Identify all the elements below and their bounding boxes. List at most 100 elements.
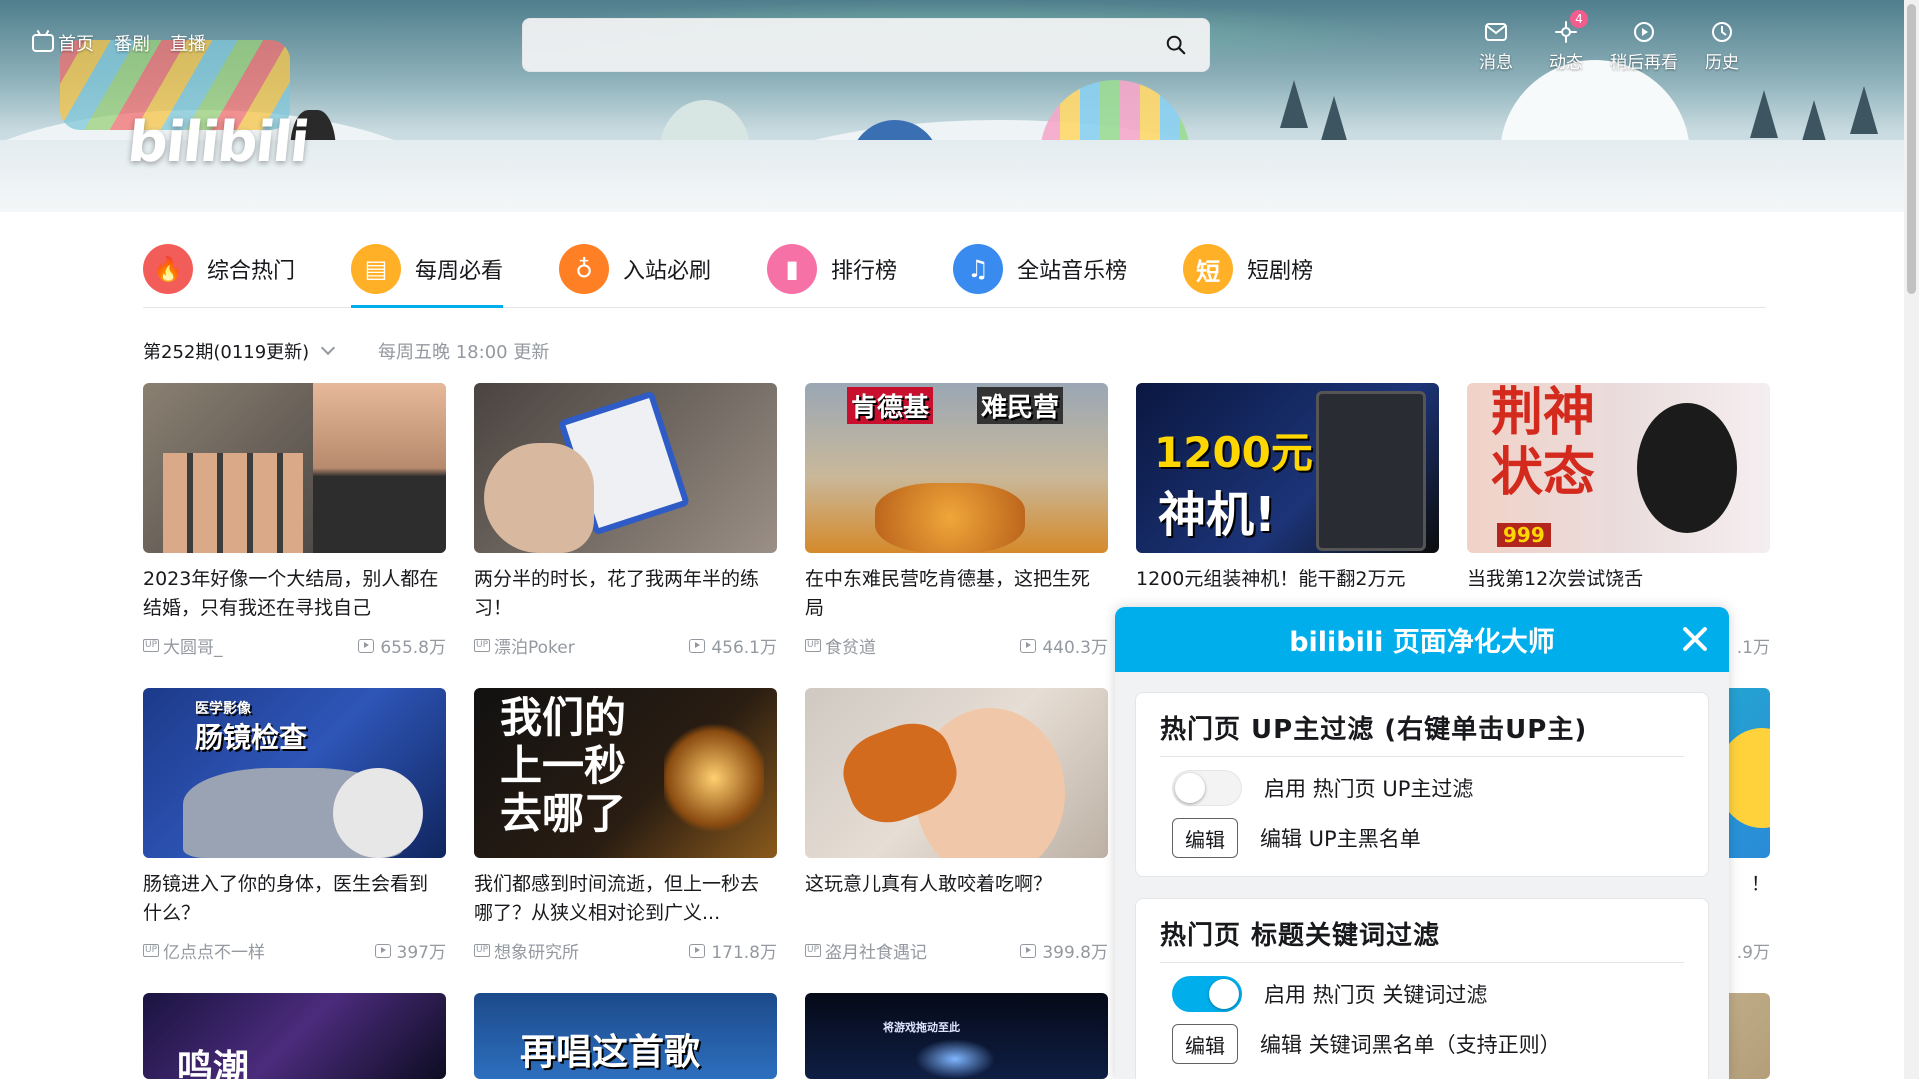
uploader[interactable]: UP 漂泊Poker	[474, 633, 575, 658]
up-filter-group: 热门页 UP主过滤 (右键单击UP主) 启用 热门页 UP主过滤 编辑 编辑 U…	[1135, 692, 1709, 877]
scrollbar-thumb[interactable]	[1907, 4, 1916, 294]
thumbnail-caption: 神机!	[1158, 487, 1276, 543]
play-count-icon	[1020, 638, 1037, 653]
nav-history[interactable]: 历史	[1696, 18, 1748, 73]
view-count: 397万	[374, 938, 446, 963]
video-thumbnail[interactable]: 再唱这首歌	[474, 993, 777, 1079]
video-card[interactable]: 2023年好像一个大结局，别人都在结婚，只有我还在寻找自己 UP 大圆哥_ 655…	[143, 383, 446, 658]
search-box	[522, 18, 1210, 72]
mail-icon	[1485, 23, 1507, 41]
video-thumbnail[interactable]	[805, 688, 1108, 858]
close-icon[interactable]	[1679, 623, 1711, 655]
video-title[interactable]: 肠镜进入了你的身体，医生会看到什么？	[143, 870, 446, 928]
uploader-name: 漂泊Poker	[494, 638, 575, 658]
up-blacklist-row: 编辑 编辑 UP主黑名单	[1172, 813, 1708, 863]
short-drama-icon: 短	[1183, 244, 1234, 294]
category-tabs: 🔥 综合热门 ▤ 每周必看 ♁ 入站必刷 ▮ 排行榜 ♫ 全站音乐榜 短 短剧榜	[143, 232, 1766, 308]
tab-short-drama[interactable]: 短 短剧榜	[1183, 232, 1313, 306]
watch-later-icon	[1634, 22, 1654, 42]
video-card[interactable]: 再唱这首歌	[474, 993, 777, 1079]
nav-watch-later[interactable]: 稍后再看	[1610, 18, 1678, 73]
keyword-filter-switch[interactable]	[1172, 976, 1242, 1012]
video-thumbnail[interactable]: 荆神 状态 999	[1467, 383, 1770, 553]
keyword-filter-toggle-row: 启用 热门页 关键词过滤	[1172, 969, 1708, 1019]
page-scrollbar[interactable]	[1904, 0, 1919, 1079]
uploader[interactable]: UP 食贫道	[805, 633, 876, 658]
up-filter-switch[interactable]	[1172, 770, 1242, 806]
pine-tree	[1750, 90, 1778, 138]
play-count-icon	[374, 943, 391, 958]
issue-selector[interactable]: 第252期(0119更新)	[143, 338, 336, 364]
uploader[interactable]: UP 大圆哥_	[143, 633, 223, 658]
tab-hot[interactable]: 🔥 综合热门	[143, 232, 295, 306]
tab-label: 每周必看	[415, 259, 504, 284]
nav-home[interactable]: 首页	[32, 30, 94, 56]
video-card[interactable]: 将游戏拖动至此	[805, 993, 1108, 1079]
video-thumbnail[interactable]	[143, 383, 446, 553]
video-card[interactable]: 1200元 神机! 1200元组装神机！能干翻2万元	[1136, 383, 1439, 623]
search-icon[interactable]	[1165, 34, 1187, 56]
tab-label: 短剧榜	[1247, 259, 1314, 284]
thumbnail-caption: 难民营	[977, 387, 1064, 424]
video-card[interactable]: 这玩意儿真有人敢咬着吃啊？ UP 盗月社食遇记 399.8万	[805, 688, 1108, 963]
video-thumbnail[interactable]: 我们的 上一秒 去哪了	[474, 688, 777, 858]
nav-messages[interactable]: 消息	[1470, 18, 1522, 73]
top-nav-left: 首页 番剧 直播	[32, 30, 206, 56]
nav-dynamic[interactable]: 4 动态	[1540, 10, 1592, 73]
flame-icon: 🔥	[143, 244, 193, 294]
bilibili-logo[interactable]: bilibili	[125, 110, 311, 175]
video-card[interactable]: 医学影像 肠镜检查 肠镜进入了你的身体，医生会看到什么？ UP 亿点点不一样 39…	[143, 688, 446, 963]
view-count-value: 655.8万	[380, 638, 446, 658]
nav-live[interactable]: 直播	[170, 30, 206, 56]
video-thumbnail[interactable]: 将游戏拖动至此	[805, 993, 1108, 1079]
video-thumbnail[interactable]: 鸣潮	[143, 993, 446, 1079]
view-count: .9万	[1737, 938, 1770, 963]
video-card[interactable]: 我们的 上一秒 去哪了 我们都感到时间流逝，但上一秒去哪了？从狭义相对论到广义.…	[474, 688, 777, 963]
view-count-value: .1万	[1736, 638, 1770, 658]
tab-music[interactable]: ♫ 全站音乐榜	[953, 232, 1127, 306]
video-title[interactable]: 这玩意儿真有人敢咬着吃啊？	[805, 870, 1108, 928]
play-count-icon	[358, 638, 375, 653]
edit-label: 编辑 关键词黑名单（支持正则）	[1260, 1033, 1561, 1057]
uploader-name: 亿点点不一样	[163, 943, 266, 963]
view-count: .1万	[1737, 633, 1770, 658]
tab-ranking[interactable]: ▮ 排行榜	[767, 232, 897, 306]
uploader[interactable]: UP 想象研究所	[474, 938, 579, 963]
uploader-name: 大圆哥_	[163, 638, 223, 658]
video-title[interactable]: 2023年好像一个大结局，别人都在结婚，只有我还在寻找自己	[143, 565, 446, 623]
video-thumbnail[interactable]: 医学影像 肠镜检查	[143, 688, 446, 858]
video-card[interactable]: 鸣潮	[143, 993, 446, 1079]
video-thumbnail[interactable]	[474, 383, 777, 553]
video-thumbnail[interactable]: 1200元 神机!	[1136, 383, 1439, 553]
nav-anime[interactable]: 番剧	[114, 30, 150, 56]
video-card[interactable]: 两分半的时长，花了我两年半的练习！ UP 漂泊Poker 456.1万	[474, 383, 777, 658]
edit-label: 编辑 UP主黑名单	[1260, 827, 1421, 851]
pine-tree	[1320, 96, 1348, 144]
tab-label: 排行榜	[831, 259, 898, 284]
play-count-icon	[689, 638, 706, 653]
video-title[interactable]: 两分半的时长，花了我两年半的练习！	[474, 565, 777, 623]
medal-icon: ♁	[559, 244, 610, 294]
uploader[interactable]: UP 盗月社食遇记	[805, 938, 927, 963]
nav-dynamic-label: 动态	[1549, 53, 1583, 73]
edit-keyword-blacklist-button[interactable]: 编辑	[1172, 1024, 1238, 1064]
up-filter-toggle-row: 启用 热门页 UP主过滤	[1172, 763, 1708, 813]
thumbnail-caption: 去哪了	[500, 789, 627, 838]
tab-weekly[interactable]: ▤ 每周必看	[351, 232, 504, 308]
search-input[interactable]	[537, 29, 1137, 61]
thumbnail-caption: 我们的	[500, 693, 627, 742]
video-title[interactable]: 我们都感到时间流逝，但上一秒去哪了？从狭义相对论到广义...	[474, 870, 777, 928]
video-title[interactable]: 在中东难民营吃肯德基，这把生死局	[805, 565, 1108, 623]
thumbnail-caption: 将游戏拖动至此	[883, 1021, 960, 1034]
pine-tree	[1280, 80, 1308, 128]
video-thumbnail[interactable]: 肯德基 难民营	[805, 383, 1108, 553]
edit-up-blacklist-button[interactable]: 编辑	[1172, 818, 1238, 858]
thumbnail-caption: 状态	[1491, 443, 1596, 503]
pine-tree	[1850, 86, 1878, 134]
tab-must-watch[interactable]: ♁ 入站必刷	[559, 232, 711, 306]
view-count-value: 456.1万	[711, 638, 777, 658]
video-card[interactable]: 肯德基 难民营 在中东难民营吃肯德基，这把生死局 UP 食贫道 440.3万	[805, 383, 1108, 658]
music-icon: ♫	[953, 244, 1004, 294]
uploader[interactable]: UP 亿点点不一样	[143, 938, 265, 963]
thumbnail-caption: 医学影像	[195, 701, 251, 717]
